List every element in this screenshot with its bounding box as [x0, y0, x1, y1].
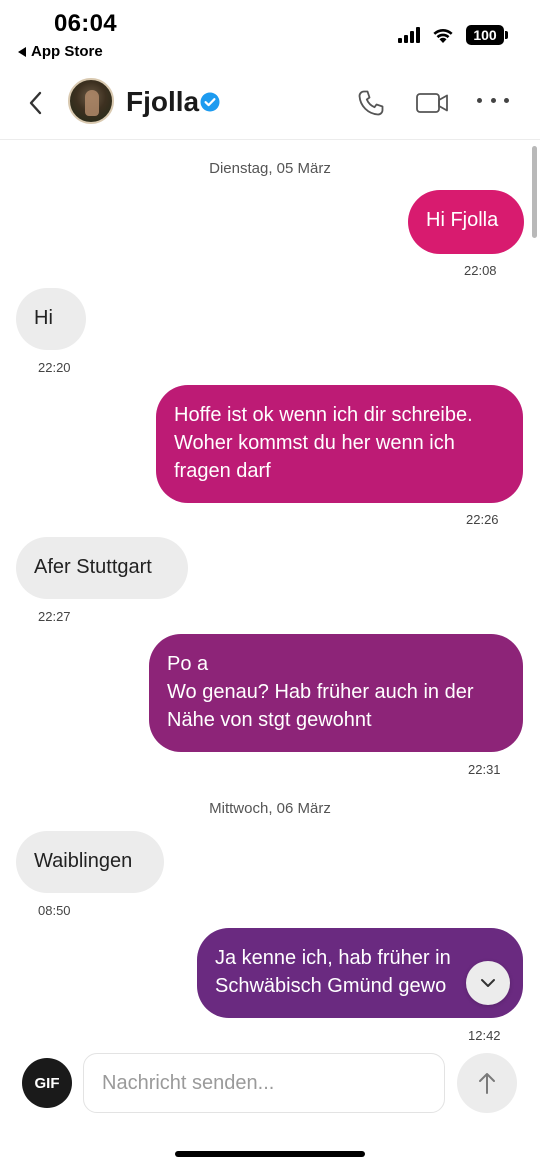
- message-input[interactable]: [83, 1053, 445, 1113]
- message-time: 22:20: [38, 360, 71, 375]
- more-options-icon[interactable]: [477, 98, 509, 106]
- message-time: 08:50: [38, 903, 71, 918]
- message-text: Nähe von stgt gewohnt: [167, 709, 372, 731]
- message-time: 22:27: [38, 609, 71, 624]
- send-button[interactable]: [457, 1053, 517, 1113]
- message-bubble-incoming[interactable]: Hi: [16, 288, 86, 350]
- message-text: Wo genau? Hab früher auch in der: [167, 681, 474, 703]
- contact-name[interactable]: Fjolla: [126, 86, 199, 118]
- message-text: Schwäbisch Gmünd gewo: [215, 975, 447, 997]
- message-text: Woher kommst du her wenn ich: [174, 432, 455, 454]
- phone-call-icon[interactable]: [356, 88, 386, 118]
- status-bar: 06:04 App Store 100: [0, 0, 540, 70]
- message-text: Afer Stuttgart: [34, 556, 152, 578]
- message-text: Po a: [167, 653, 209, 675]
- gif-button[interactable]: GIF: [22, 1058, 72, 1108]
- avatar[interactable]: [68, 78, 114, 124]
- message-text: fragen darf: [174, 460, 271, 482]
- wifi-icon: [433, 28, 453, 43]
- message-text: Hoffe ist ok wenn ich dir schreibe.: [174, 404, 473, 426]
- message-bubble-outgoing[interactable]: Po a Wo genau? Hab früher auch in der Nä…: [149, 634, 523, 752]
- home-indicator: [175, 1151, 365, 1157]
- message-time: 22:31: [468, 762, 501, 777]
- back-to-app-link[interactable]: App Store: [18, 43, 103, 60]
- message-bubble-outgoing[interactable]: Hoffe ist ok wenn ich dir schreibe. Wohe…: [156, 385, 523, 503]
- message-text: Waiblingen: [34, 850, 133, 872]
- message-bubble-outgoing[interactable]: Hi Fjolla: [408, 190, 524, 254]
- status-time: 06:04: [54, 10, 117, 37]
- video-call-icon[interactable]: [415, 90, 449, 116]
- message-time: 22:08: [464, 263, 497, 278]
- message-bubble-incoming[interactable]: Waiblingen: [16, 831, 164, 893]
- scroll-to-bottom-button[interactable]: [466, 961, 510, 1005]
- message-text: Ja kenne ich, hab früher in: [215, 947, 451, 969]
- message-bubble-incoming[interactable]: Afer Stuttgart: [16, 537, 188, 599]
- chat-header: Fjolla: [0, 70, 540, 140]
- message-text: Hi: [34, 307, 53, 329]
- battery-icon: 100: [466, 25, 508, 45]
- message-time: 12:42: [468, 1028, 501, 1043]
- message-time: 22:26: [466, 512, 499, 527]
- day-separator: Dienstag, 05 März: [209, 160, 331, 177]
- day-separator: Mittwoch, 06 März: [209, 800, 331, 817]
- back-app-label: App Store: [31, 43, 103, 60]
- chevron-down-icon: [481, 979, 495, 987]
- verified-badge-icon: [200, 92, 220, 112]
- cellular-signal-icon: [398, 27, 420, 43]
- message-text: Hi Fjolla: [426, 209, 499, 231]
- status-icons: 100: [398, 25, 508, 45]
- back-triangle-icon: [18, 46, 26, 57]
- back-chevron-icon[interactable]: [24, 88, 50, 118]
- send-arrow-up-icon: [479, 1073, 495, 1094]
